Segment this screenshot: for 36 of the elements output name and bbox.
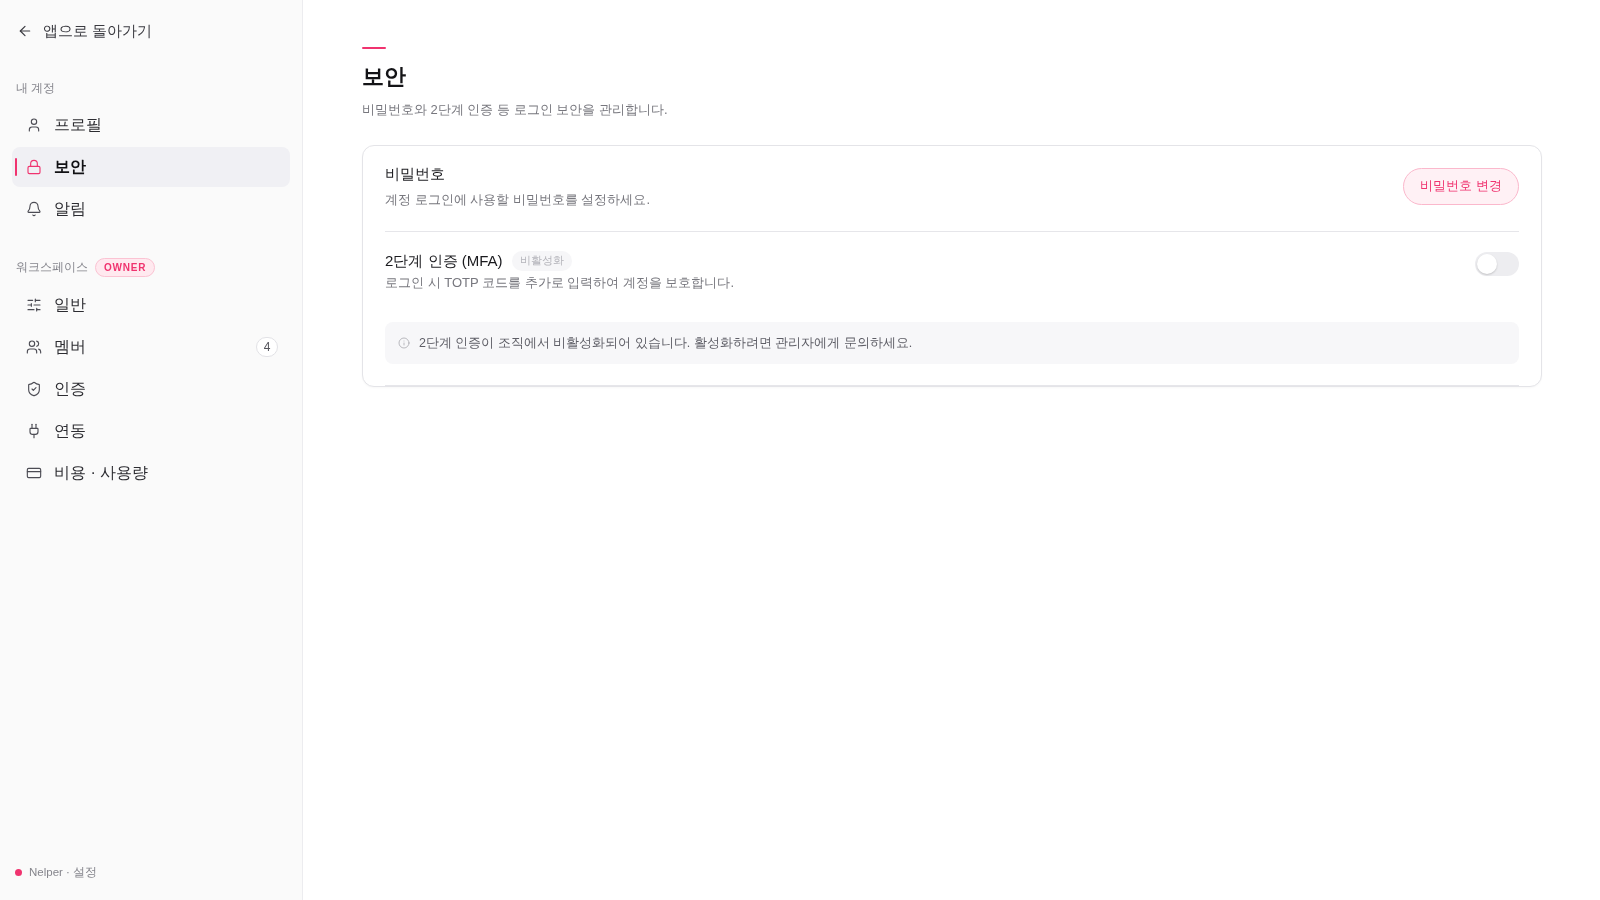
setting-title: 비밀번호 xyxy=(385,164,446,184)
role-badge: OWNER xyxy=(95,257,156,277)
setting-description: 계정 로그인에 사용할 비밀번호를 설정하세요. xyxy=(385,191,651,209)
notice-text: 2단계 인증이 조직에서 비활성화되어 있습니다. 활성화하려면 관리자에게 문의하세요. xyxy=(419,334,913,352)
nav-item[interactable]: 알림 xyxy=(12,189,290,229)
info-icon xyxy=(398,337,410,349)
section-label: 내 계정 xyxy=(16,79,56,97)
nav-item[interactable]: 멤버 4 xyxy=(12,327,290,367)
person-icon xyxy=(26,117,42,133)
status-badge: 비활성화 xyxy=(511,251,572,271)
page-title: 보안 xyxy=(362,63,407,91)
status-dot-icon xyxy=(15,869,22,876)
nav-item[interactable]: 일반 xyxy=(12,285,290,325)
setting-title: 2단계 인증 (MFA) xyxy=(385,251,503,271)
section-label: 워크스페이스 xyxy=(16,258,88,276)
count-badge: 4 xyxy=(256,337,278,357)
sliders-icon xyxy=(26,297,42,313)
nav-item[interactable]: 보안 xyxy=(12,147,290,187)
nav-item[interactable]: 연동 xyxy=(12,411,290,451)
nav-item[interactable]: 인증 xyxy=(12,369,290,409)
shield-check-icon xyxy=(26,381,42,397)
plug-icon xyxy=(26,423,42,439)
page-subtitle: 비밀번호와 2단계 인증 등 로그인 보안을 관리합니다. xyxy=(362,101,669,119)
back-link[interactable]: 앱으로 돌아가기 xyxy=(12,18,158,44)
footer-text: Nelper · 설정 xyxy=(29,865,98,880)
accent-line xyxy=(362,47,386,49)
people-icon xyxy=(26,339,42,355)
active-indicator xyxy=(15,158,17,176)
setting-description: 로그인 시 TOTP 코드를 추가로 입력하여 계정을 보호합니다. xyxy=(385,274,735,292)
bell-icon xyxy=(26,201,42,217)
credit-card-icon xyxy=(26,465,42,481)
nav-item[interactable]: 비용 · 사용량 xyxy=(12,453,290,493)
nav-item[interactable]: 프로필 xyxy=(12,105,290,145)
toggle-switch[interactable] xyxy=(1475,252,1519,276)
change-password-button[interactable]: 비밀번호 변경 xyxy=(1403,167,1519,205)
lock-icon xyxy=(26,159,42,175)
